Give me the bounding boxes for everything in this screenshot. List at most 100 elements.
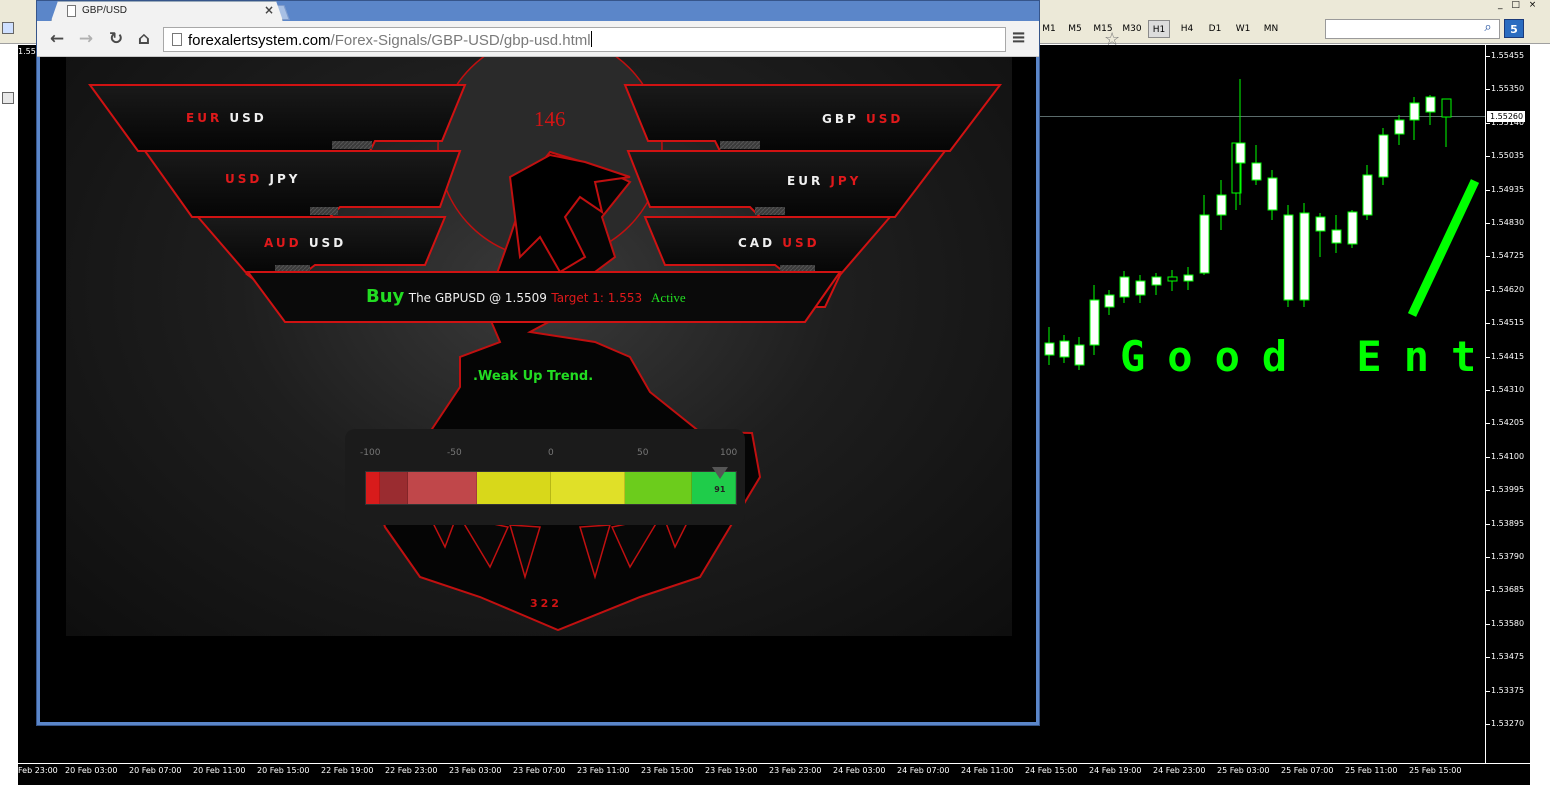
pair-usd-jpy[interactable]: USD JPY [225, 172, 301, 186]
price-axis-label: 1.53995 [1491, 485, 1525, 495]
candle-body [1059, 340, 1070, 358]
signal-status: Active [651, 290, 686, 305]
time-axis-label: 23 Feb 19:00 [705, 766, 758, 775]
bookmark-star-icon[interactable]: ☆ [1104, 29, 1120, 50]
mt4-window-controls[interactable]: _ □ × [1498, 0, 1550, 12]
time-axis-label: Feb 23:00 [18, 766, 58, 775]
time-axis-label: 23 Feb 15:00 [641, 766, 694, 775]
time-axis-label: 22 Feb 19:00 [321, 766, 374, 775]
price-axis-label: 1.54620 [1491, 284, 1525, 294]
chart-icon[interactable] [2, 22, 14, 34]
tab-strip: GBP/USD × [37, 1, 1039, 21]
time-axis-label: 23 Feb 23:00 [769, 766, 822, 775]
price-axis: 1.55455 1.55350 1.55140 1.55035 1.54935 1.548… [1485, 45, 1530, 763]
candle-body [1074, 344, 1085, 366]
navigation-bar: ← → ↻ ⌂ forexalertsystem.com/Forex-Signa… [37, 21, 1120, 57]
pair-eur-jpy[interactable]: EUR JPY [787, 174, 861, 188]
candle-body [1283, 214, 1294, 301]
price-axis-tick [1486, 289, 1490, 291]
timeframe-m30-button[interactable]: M30 [1120, 20, 1144, 38]
price-axis-tick [1486, 623, 1490, 625]
timeframe-h1-button[interactable]: H1 [1148, 20, 1170, 38]
gauge-pointer [712, 467, 729, 479]
candle-body [1183, 274, 1194, 282]
candle-body [1409, 102, 1420, 121]
signal-action: Buy [366, 286, 405, 307]
price-axis-tick [1486, 590, 1490, 592]
close-icon[interactable]: × [264, 3, 274, 17]
pair-aud-usd[interactable]: AUD USD [264, 236, 346, 250]
time-axis-label: 24 Feb 11:00 [961, 766, 1014, 775]
price-axis-tick [1486, 156, 1490, 158]
pair-gbp-usd[interactable]: GBP USD [822, 112, 903, 126]
timeframe-d1-button[interactable]: D1 [1205, 20, 1225, 38]
price-axis-tick [1486, 56, 1490, 57]
price-axis-tick [1486, 189, 1490, 191]
mt4-search-input[interactable] [1325, 19, 1500, 39]
pair-base: AUD [264, 236, 302, 250]
pair-cad-usd[interactable]: CAD USD [738, 236, 820, 250]
price-axis-label: 1.54830 [1491, 218, 1525, 227]
home-button[interactable]: ⌂ [133, 28, 155, 50]
price-axis-label: 1.53895 [1491, 518, 1525, 528]
gauge-tick: -50 [447, 448, 462, 458]
price-axis-label: 1.55455 [1491, 51, 1525, 60]
timeframe-m1-button[interactable]: M1 [1040, 20, 1058, 38]
help-icon[interactable]: 5 [1504, 19, 1524, 38]
pair-base: GBP [822, 112, 859, 126]
reload-button[interactable]: ↻ [105, 28, 127, 50]
page-icon [172, 33, 182, 46]
timeframe-m5-button[interactable]: M5 [1064, 20, 1086, 38]
candle-body [1394, 119, 1405, 135]
forward-button[interactable]: → [75, 28, 97, 50]
pair-base: EUR [186, 111, 223, 125]
price-axis-tick [1486, 724, 1490, 725]
signal-entry: The GBPUSD @ 1.5509 [408, 291, 547, 305]
url-text[interactable]: forexalertsystem.com/Forex-Signals/GBP-U… [188, 31, 592, 49]
candle-body [1089, 299, 1100, 346]
candle-body [1347, 211, 1358, 245]
back-button[interactable]: ← [46, 28, 68, 50]
visitor-count-top: 146 [534, 107, 566, 131]
mt4-right-border [1530, 45, 1550, 785]
address-bar[interactable]: forexalertsystem.com/Forex-Signals/GBP-U… [163, 27, 1120, 52]
price-axis-tick [1486, 323, 1490, 325]
trend-gauge: -100 -50 0 50 100 91 [345, 429, 745, 525]
price-axis-tick [1486, 122, 1490, 124]
page-icon [67, 5, 76, 17]
pair-eur-usd[interactable]: EUR USD [186, 111, 267, 125]
timeframe-h4-button[interactable]: H4 [1176, 20, 1198, 38]
price-axis-tick [1486, 423, 1490, 425]
search-icon[interactable]: ⌕ [1480, 20, 1496, 36]
tab-gbp-usd[interactable]: GBP/USD × [51, 1, 283, 21]
window-icon[interactable] [2, 92, 14, 104]
candle-body [1104, 294, 1115, 308]
pair-quote: JPY [269, 172, 301, 186]
gauge-segment [551, 472, 625, 504]
time-axis-label: 20 Feb 07:00 [129, 766, 182, 775]
page-viewport: EUR USD USD JPY AUD USD GBP USD EUR JPY … [40, 57, 1036, 722]
gauge-tick: 50 [637, 448, 649, 458]
eagle-emblem [88, 57, 1003, 632]
trend-arrow [1407, 179, 1480, 317]
price-axis-tick [1486, 256, 1490, 258]
price-axis-tick [1486, 557, 1490, 558]
candle-body [1135, 280, 1146, 296]
time-axis-label: 20 Feb 03:00 [65, 766, 118, 775]
price-axis-label: 1.54515 [1491, 318, 1525, 328]
gauge-tick: 100 [720, 448, 738, 458]
price-axis-label: 1.55035 [1491, 151, 1525, 161]
gauge-segment [366, 472, 380, 504]
candle-body [1044, 342, 1055, 356]
candle-body [1425, 96, 1436, 113]
candle-body [1199, 214, 1210, 274]
price-axis-tick [1486, 523, 1490, 525]
price-axis-tick [1486, 356, 1490, 358]
menu-icon[interactable]: ≡ [1011, 27, 1026, 48]
time-axis-label: 25 Feb 07:00 [1281, 766, 1334, 775]
pair-quote: USD [782, 236, 820, 250]
timeframe-mn-button[interactable]: MN [1260, 20, 1282, 38]
timeframe-w1-button[interactable]: W1 [1232, 20, 1254, 38]
price-axis-label: 1.53375 [1491, 685, 1525, 695]
time-axis-label: 22 Feb 23:00 [385, 766, 438, 775]
